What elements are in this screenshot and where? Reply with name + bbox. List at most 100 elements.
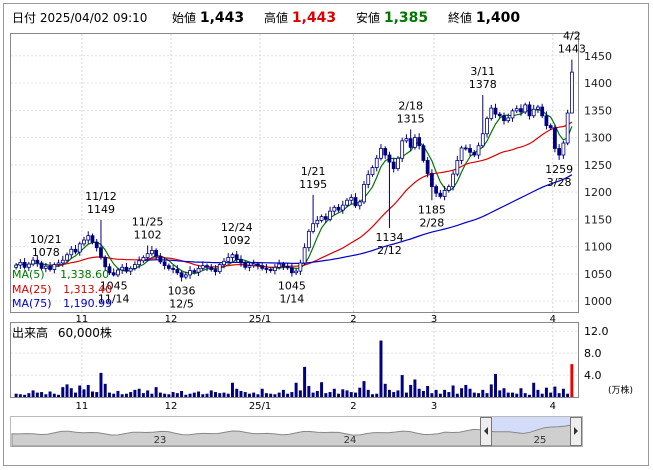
volume-bar: [519, 388, 523, 397]
volume-bar: [18, 394, 22, 397]
volume-title-label: 出来高: [12, 326, 49, 340]
candle-body: [124, 266, 129, 272]
candle-body: [387, 154, 392, 163]
candle-body: [480, 133, 485, 147]
candle-body: [366, 174, 371, 185]
price-tick-label: 1450: [584, 50, 612, 63]
candle-body: [192, 270, 197, 273]
volume-bar: [511, 392, 514, 397]
annotation-date: 1259: [545, 163, 573, 176]
volume-bar: [404, 392, 408, 397]
legend-ma75-value: 1,190.99: [63, 297, 113, 310]
candle-body: [73, 248, 78, 253]
candle-body: [455, 160, 460, 175]
annotation-price: 1078: [32, 246, 60, 259]
candle-body: [268, 269, 273, 271]
candle-body: [404, 138, 409, 142]
volume-bar: [434, 389, 438, 397]
vol-month-label: 11: [76, 401, 89, 412]
vol-month-label: 4: [550, 401, 556, 412]
volume-bar: [103, 383, 107, 397]
price-tick-label: 1100: [584, 241, 612, 254]
annotation-price: 1102: [134, 228, 162, 241]
candle-body: [353, 197, 358, 207]
low-value: 1,385: [383, 10, 429, 26]
candle-body: [145, 253, 150, 258]
candle-body: [408, 138, 413, 148]
candle-body: [493, 107, 498, 115]
candle-body: [472, 151, 477, 156]
volume-bar: [358, 387, 362, 397]
volume-bar: [158, 392, 162, 397]
volume-bar: [460, 388, 464, 397]
volume-bar: [235, 388, 239, 397]
legend-ma5-label: MA(5): [12, 268, 45, 281]
candle-body: [175, 269, 180, 274]
candle-body: [222, 260, 226, 265]
volume-bar: [455, 393, 459, 397]
low-label: 安値: [356, 11, 381, 25]
annotation-date: 1134: [375, 231, 403, 244]
candle-body: [489, 107, 494, 119]
volume-bar: [421, 390, 425, 397]
volume-bar: [481, 389, 485, 397]
candle-body: [298, 262, 303, 272]
volume-bar: [239, 390, 243, 397]
candle-body: [260, 265, 265, 269]
candle-body: [77, 243, 82, 253]
candle-body: [213, 269, 218, 273]
volume-bar: [417, 388, 421, 397]
volume-bar: [163, 393, 167, 397]
volume-bar: [95, 392, 99, 397]
volume-bar: [426, 386, 430, 397]
volume-bar: [371, 394, 374, 397]
volume-bar: [354, 392, 357, 397]
candle-body: [510, 110, 515, 119]
candle-body: [141, 257, 146, 262]
legend-ma75: MA(75) 1,190.99: [12, 297, 112, 310]
candle-body: [553, 127, 557, 149]
close-label: 終値: [448, 11, 473, 25]
volume-bar: [515, 393, 519, 397]
volume-bar: [252, 392, 256, 397]
volume-bar: [154, 387, 158, 397]
candle-body: [273, 266, 277, 271]
vol-month-label: 25/1: [249, 401, 271, 412]
volume-bar: [375, 393, 379, 397]
volume-bar: [269, 393, 273, 397]
candle-body: [31, 259, 35, 265]
volume-title: 出来高 60,000株: [12, 324, 112, 341]
annotation-price: 1443: [558, 43, 586, 56]
annotation-date: 10/21: [30, 233, 62, 246]
candle-body: [154, 250, 159, 257]
candle-body: [22, 261, 27, 268]
annotation-date: 1045: [278, 280, 306, 293]
price-tick-label: 1200: [584, 186, 612, 199]
volume-bar: [243, 392, 247, 397]
volume-bar: [167, 394, 171, 397]
candle-body: [485, 118, 489, 135]
overview-year-label: 24: [344, 435, 357, 446]
volume-bar: [502, 388, 506, 397]
volume-bar: [349, 392, 353, 397]
candle-body: [14, 264, 19, 268]
volume-bar: [175, 393, 179, 397]
volume-bar: [294, 382, 298, 397]
candle-body: [519, 108, 523, 113]
volume-bar: [494, 373, 497, 397]
vol-month-label: 3: [431, 401, 437, 412]
candle-body: [374, 157, 379, 168]
candle-body: [35, 259, 40, 264]
volume-bar: [311, 392, 315, 397]
volume-bar: [324, 393, 328, 397]
candle-body: [226, 257, 231, 262]
volume-bar: [303, 366, 307, 397]
candle-body: [476, 145, 481, 156]
candle-body: [158, 255, 163, 263]
volume-bar: [14, 393, 18, 397]
volume-bar: [341, 389, 345, 397]
volume-bar: [307, 386, 311, 397]
annotation-price: 1/14: [280, 293, 305, 306]
annotation-price: 12/5: [169, 297, 194, 310]
candle-body: [442, 190, 447, 197]
